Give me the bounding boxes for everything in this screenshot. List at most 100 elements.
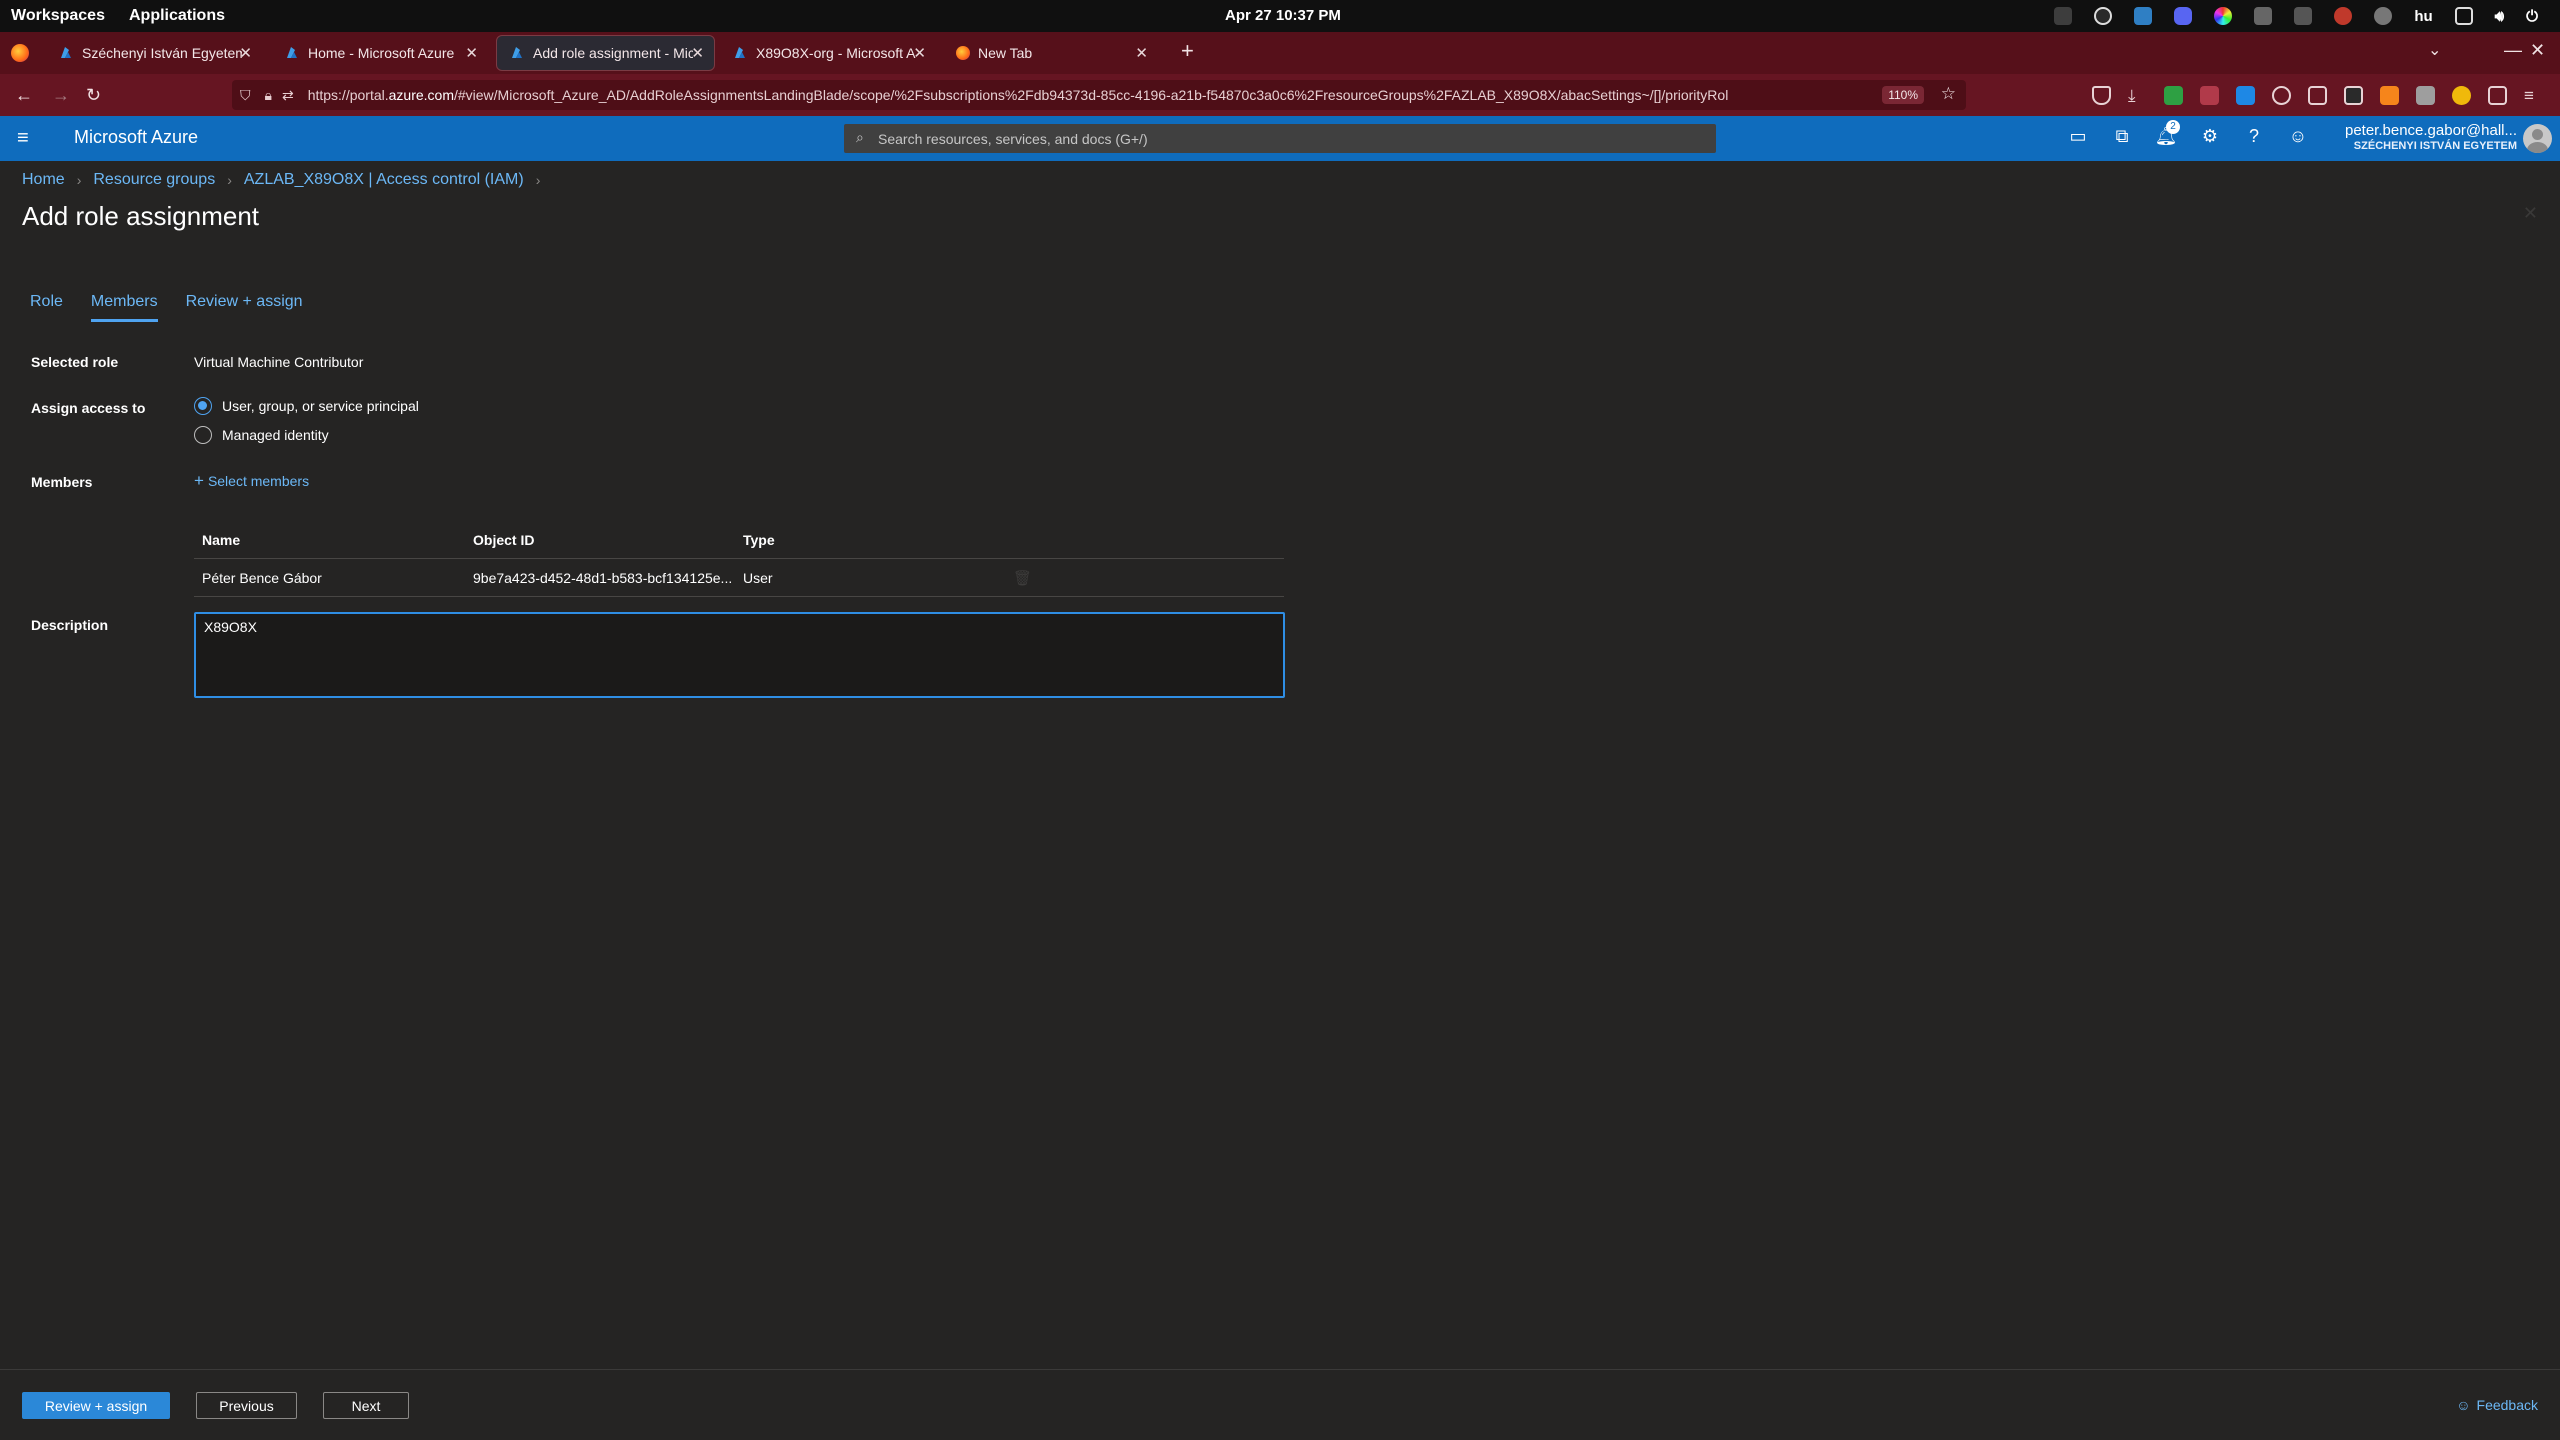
portal-menu-icon[interactable]: ≡ [17,127,29,150]
system-tray: hu 🔊︎ ⏻ [2054,0,2560,32]
radio-label: Managed identity [222,427,329,443]
new-tab-button[interactable]: + [1181,38,1194,64]
discord-icon[interactable] [2174,7,2193,25]
extension-green-icon[interactable] [2164,86,2183,105]
close-tab-icon[interactable]: ✕ [239,44,252,62]
close-blade-icon[interactable]: ✕ [2523,203,2538,224]
remove-member-icon[interactable]: 🗑︎ [1013,569,1032,587]
radio-user-group-sp[interactable]: User, group, or service principal [194,397,419,415]
feedback-text: Feedback [2476,1397,2538,1413]
cloud-shell-icon[interactable]: ▭ [2066,126,2090,150]
extension-car-icon[interactable] [2272,86,2291,105]
url-bar[interactable]: ⛉ 🔒︎ ⇄ https://portal.azure.com/#view/Mi… [232,80,1966,110]
metamask-icon[interactable] [2380,86,2399,105]
previous-button[interactable]: Previous [196,1392,297,1419]
extension-cube-icon[interactable] [2416,86,2435,105]
close-tab-icon[interactable]: ✕ [1135,44,1148,62]
close-window-icon[interactable]: ✕ [2530,40,2545,61]
browser-tab[interactable]: New Tab ✕ [942,36,1158,70]
volume-icon[interactable]: 🔊︎ [2495,8,2504,25]
extension-blue-icon[interactable] [2236,86,2255,105]
browser-tab[interactable]: Home - Microsoft Azure ✕ [272,36,488,70]
select-members-link[interactable]: + Select members [194,471,309,491]
tab-members[interactable]: Members [90,293,158,322]
selected-role-value: Virtual Machine Contributor [194,354,364,370]
firefox-newtab-icon [956,46,970,60]
tray-printer-icon[interactable] [2294,7,2313,25]
tray-app-icon[interactable] [2054,7,2073,25]
applications-menu[interactable]: Applications [129,7,225,25]
tray-alert-icon[interactable] [2334,7,2353,25]
close-tab-icon[interactable]: ✕ [691,44,704,62]
tray-status-icon[interactable] [2374,7,2393,25]
directory-filter-icon[interactable]: ⧉ [2110,126,2134,150]
account-menu[interactable]: peter.bence.gabor@hall... SZÉCHENYI ISTV… [2345,122,2517,152]
tracking-shield-icon[interactable]: ⛉ [240,87,251,104]
extension-glasses-icon[interactable] [2308,86,2327,105]
radio-unselected-icon[interactable] [194,426,212,444]
extension-image-icon[interactable] [2344,86,2363,105]
avatar[interactable] [2523,124,2552,153]
extension-coin-icon[interactable] [2452,86,2471,105]
close-tab-icon[interactable]: ✕ [913,44,926,62]
azure-search-input[interactable]: ⌕ Search resources, services, and docs (… [844,124,1716,153]
app-menu-icon[interactable]: ≡ [2524,86,2543,105]
minimize-icon[interactable]: — [2504,40,2522,61]
permissions-icon[interactable]: ⇄ [282,87,294,104]
close-tab-icon[interactable]: ✕ [465,44,478,62]
lock-icon[interactable]: 🔒︎ [265,87,272,104]
screen-icon[interactable] [2454,7,2473,25]
member-object-id: 9be7a423-d452-48d1-b583-bcf134125e... [473,570,733,586]
back-icon[interactable]: ← [15,85,33,106]
browser-tab[interactable]: X89O8X-org - Microsoft Azure ✕ [720,36,936,70]
browser-tab[interactable]: Széchenyi István Egyetem - Microsoft Azu… [46,36,262,70]
review-assign-button[interactable]: Review + assign [22,1392,170,1419]
workspaces-button[interactable]: Workspaces [11,7,105,25]
azure-header-icons: ▭ ⧉ 🔔︎ 2 ⚙ ? ☺ [2066,120,2310,150]
chevron-right-icon: › [76,172,82,188]
vscode-icon[interactable] [2134,7,2153,25]
tray-tool-icon[interactable] [2254,7,2273,25]
tab-title: Add role assignment - Microsoft Azure [533,45,693,61]
account-email: peter.bence.gabor@hall... [2344,122,2517,139]
settings-gear-icon[interactable]: ⚙ [2198,126,2222,150]
tab-role[interactable]: Role [30,293,63,322]
radio-managed-identity[interactable]: Managed identity [194,426,329,444]
wizard-tabs: Role Members Review + assign [30,293,303,322]
member-name: Péter Bence Gábor [202,570,322,586]
breadcrumb-resource-groups[interactable]: Resource groups [93,171,215,189]
firefox-icon [11,44,29,62]
bookmark-star-icon[interactable]: ☆ [1941,84,1956,104]
next-button[interactable]: Next [323,1392,409,1419]
color-wheel-icon[interactable] [2214,7,2233,25]
extensions-puzzle-icon[interactable] [2488,86,2507,105]
breadcrumb-home[interactable]: Home [22,171,65,189]
azure-brand-link[interactable]: Microsoft Azure [74,127,198,148]
steam-icon[interactable] [2094,7,2113,25]
breadcrumb-access-control[interactable]: AZLAB_X89O8X | Access control (IAM) [244,171,524,189]
list-all-tabs-icon[interactable]: ⌄ [2428,40,2441,60]
downloads-icon[interactable]: ⤓ [2128,86,2147,105]
feedback-icon[interactable]: ☺ [2286,126,2310,150]
azure-icon [512,47,522,58]
keyboard-language[interactable]: hu [2414,8,2432,25]
extension-red-icon[interactable] [2200,86,2219,105]
system-clock[interactable]: Apr 27 10:37 PM [1225,7,1341,24]
reload-icon[interactable]: ↻ [86,85,101,106]
notifications-icon[interactable]: 🔔︎ 2 [2154,120,2180,150]
search-placeholder: Search resources, services, and docs (G+… [878,130,1148,147]
feedback-link[interactable]: ☺ Feedback [2456,1397,2538,1413]
forward-icon[interactable]: → [52,85,70,106]
zoom-level[interactable]: 110% [1882,86,1924,104]
url-text[interactable]: https://portal.azure.com/#view/Microsoft… [308,87,1728,103]
browser-tab-active[interactable]: Add role assignment - Microsoft Azure ✕ [496,35,715,71]
azure-icon [287,47,297,58]
plus-icon: + [194,471,204,490]
radio-selected-icon[interactable] [194,397,212,415]
tab-review-assign[interactable]: Review + assign [186,293,303,322]
description-textarea[interactable]: X89O8X [194,612,1285,698]
pocket-icon[interactable] [2092,86,2111,105]
power-icon[interactable]: ⏻ [2526,8,2538,25]
help-icon[interactable]: ? [2242,126,2266,150]
column-header-name: Name [202,532,241,548]
